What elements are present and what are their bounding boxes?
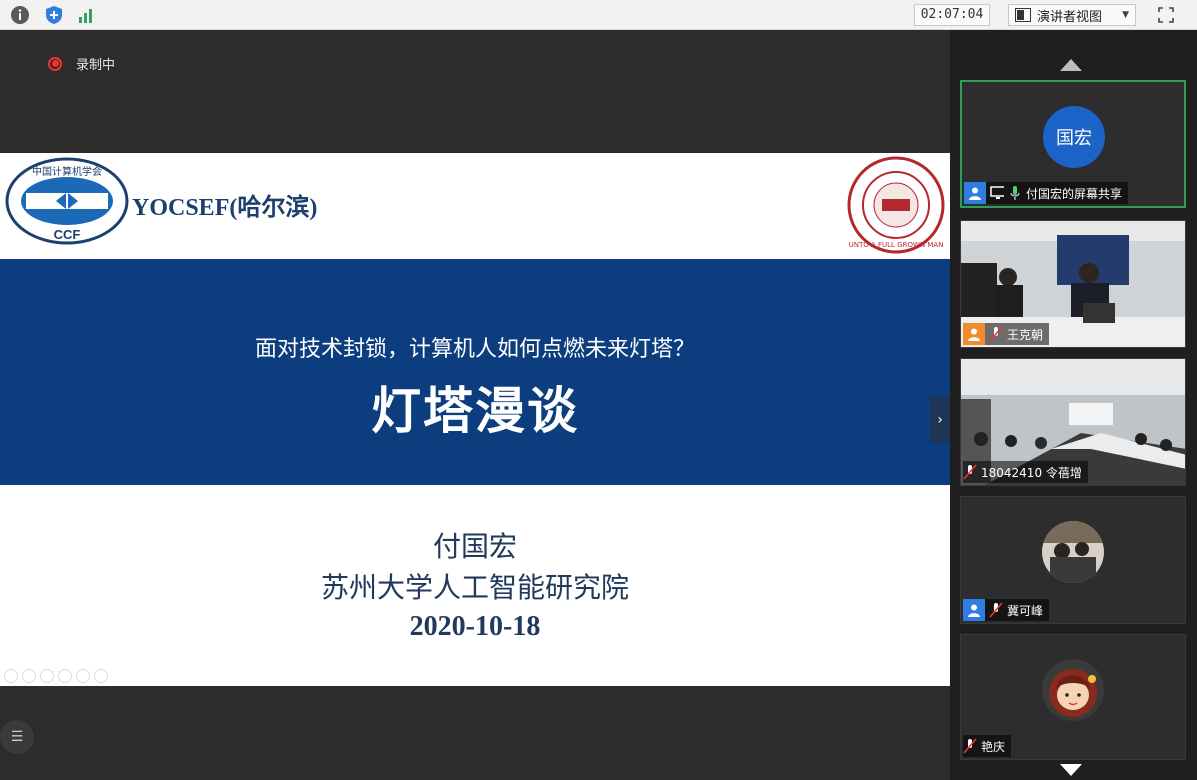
participant-name: 付国宏的屏幕共享 — [1026, 186, 1123, 201]
shared-screen-stage: 录制中 中国计算机学会 CCF YOCSEF(哈尔滨) UNTO A FULL … — [0, 30, 950, 780]
participant-tile[interactable]: 国宏 付国宏的屏幕共享 — [960, 80, 1186, 208]
participant-tag: 艳庆 — [963, 735, 1012, 757]
slide-institution: 苏州大学人工智能研究院 — [320, 571, 629, 604]
fullscreen-icon[interactable] — [1156, 5, 1176, 25]
top-toolbar: 02:07:04 演讲者视图 ▼ — [0, 0, 1197, 30]
list-icon: ☰ — [10, 729, 24, 745]
slide-more-icon[interactable] — [94, 669, 108, 683]
slide-header: 中国计算机学会 CCF YOCSEF(哈尔滨) UNTO A FULL GROW… — [0, 153, 950, 259]
slide-prev-icon[interactable] — [4, 669, 18, 683]
ccf-logo: 中国计算机学会 CCF — [5, 157, 129, 245]
participant-name: 冀可峰 — [1007, 603, 1044, 618]
svg-text:CCF: CCF — [54, 227, 81, 242]
record-icon — [48, 56, 62, 71]
participant-tile[interactable]: 冀可峰 — [960, 496, 1186, 624]
slide-zoom-icon[interactable] — [76, 669, 90, 683]
view-mode-dropdown[interactable]: 演讲者视图 ▼ — [1008, 4, 1136, 26]
slide-next-icon[interactable] — [22, 669, 36, 683]
university-seal: UNTO A FULL GROWN MAN — [847, 156, 945, 254]
participant-tag: 王克朝 — [963, 323, 1050, 345]
recording-indicator: 录制中 — [48, 54, 115, 73]
mic-muted-icon — [963, 737, 977, 755]
slide-title-band: 面对技术封锁，计算机人如何点燃未来灯塔？ 灯塔漫谈 — [0, 259, 950, 485]
participant-tile[interactable]: 王克朝 — [960, 220, 1186, 348]
presentation-slide: 中国计算机学会 CCF YOCSEF(哈尔滨) UNTO A FULL GROW… — [0, 153, 950, 686]
user-icon — [963, 323, 985, 345]
scroll-down-icon[interactable] — [1060, 764, 1082, 776]
user-icon — [963, 599, 985, 621]
participant-tag: 冀可峰 — [963, 599, 1050, 621]
meeting-timer: 02:07:04 — [914, 4, 990, 26]
chevron-down-icon: ▼ — [1122, 10, 1129, 20]
participant-name: 王克朝 — [1007, 327, 1044, 342]
chevron-right-icon: › — [937, 412, 943, 428]
network-signal-icon[interactable] — [77, 5, 97, 25]
list-menu-button[interactable]: ☰ — [0, 720, 34, 754]
scroll-up-icon[interactable] — [1060, 59, 1082, 71]
mic-muted-icon — [963, 463, 977, 481]
participant-tag: 付国宏的屏幕共享 — [964, 182, 1129, 204]
recording-label: 录制中 — [76, 58, 116, 73]
info-icon[interactable] — [10, 5, 30, 25]
slide-toolbar[interactable] — [4, 669, 108, 683]
view-mode-label: 演讲者视图 — [1037, 9, 1103, 25]
org-name: YOCSEF(哈尔滨) — [132, 195, 318, 221]
slide-subtitle: 面对技术封锁，计算机人如何点燃未来灯塔？ — [254, 337, 695, 362]
participant-tag: 18042410 令蓓增 — [963, 461, 1088, 483]
participant-name: 艳庆 — [981, 739, 1006, 754]
slide-author: 付国宏 — [432, 530, 517, 563]
avatar — [1042, 521, 1104, 583]
participant-panel: 国宏 付国宏的屏幕共享 王克朝 18042410 令蓓增 冀可峰 艳庆 — [950, 30, 1197, 780]
slide-date: 2020-10-18 — [409, 611, 541, 642]
screen-share-icon — [990, 184, 1004, 202]
mic-muted-icon — [989, 325, 1003, 343]
avatar: 国宏 — [1043, 106, 1105, 168]
svg-text:中国计算机学会: 中国计算机学会 — [32, 165, 102, 178]
slide-pen-icon[interactable] — [40, 669, 54, 683]
mic-on-icon — [1008, 184, 1022, 202]
user-icon — [964, 182, 986, 204]
svg-text:UNTO A FULL GROWN MAN: UNTO A FULL GROWN MAN — [849, 241, 944, 249]
participant-tile[interactable]: 18042410 令蓓增 — [960, 358, 1186, 486]
avatar — [1042, 659, 1104, 721]
slide-grid-icon[interactable] — [58, 669, 72, 683]
participant-tile[interactable]: 艳庆 — [960, 634, 1186, 760]
security-shield-icon[interactable] — [44, 5, 64, 25]
presenter-view-icon — [1015, 8, 1031, 22]
participant-name: 18042410 令蓓增 — [981, 465, 1082, 480]
collapse-panel-button[interactable]: › — [930, 397, 950, 443]
mic-muted-icon — [989, 601, 1003, 619]
slide-title: 灯塔漫谈 — [371, 382, 579, 440]
